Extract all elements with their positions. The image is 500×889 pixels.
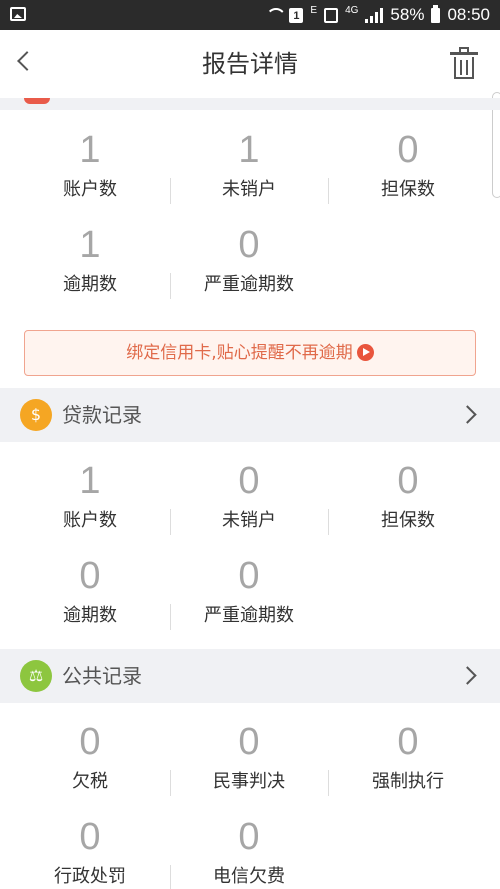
- battery-icon: [431, 4, 441, 23]
- loan-records-header[interactable]: $ 贷款记录: [0, 388, 500, 442]
- page-title: 报告详情: [202, 50, 298, 78]
- stat-guarantees: 0 担保数: [328, 459, 488, 533]
- stat-admin-penalty: 0 行政处罚: [10, 815, 170, 889]
- stat-value: 0: [397, 129, 419, 171]
- signal-icon: [365, 7, 384, 23]
- public-records-header[interactable]: ⚖ 公共记录: [0, 649, 500, 703]
- stat-label: 行政处罚: [54, 866, 126, 887]
- stat-label: 民事判决: [213, 771, 285, 792]
- stat-value: 0: [79, 816, 101, 858]
- stat-value: 0: [238, 460, 260, 502]
- stat-value: 1: [79, 224, 101, 266]
- stat-value: 0: [397, 721, 419, 763]
- stat-label: 强制执行: [372, 771, 444, 792]
- gallery-notification-icon: [10, 7, 26, 21]
- stat-accounts: 1 账户数: [10, 128, 170, 202]
- status-bar: 1 E 4G 58% 08:50: [0, 0, 500, 30]
- stat-value: 0: [79, 555, 101, 597]
- stat-value: 0: [238, 224, 260, 266]
- stat-value: 1: [79, 129, 101, 171]
- header: 报告详情: [0, 30, 500, 98]
- stat-civil-judgment: 0 民事判决: [169, 720, 329, 794]
- stat-value: 0: [238, 816, 260, 858]
- battery-percent: 58%: [390, 5, 425, 24]
- money-bag-icon: $: [20, 399, 52, 431]
- stat-label: 严重逾期数: [204, 274, 294, 295]
- stat-telecom-arrears: 0 电信欠费: [169, 815, 329, 889]
- stat-label: 欠税: [72, 771, 108, 792]
- stat-label: 账户数: [63, 179, 117, 200]
- banner-text: 绑定信用卡,贴心提醒不再逾期: [126, 343, 353, 363]
- stat-enforcement: 0 强制执行: [328, 720, 488, 794]
- stat-overdue: 0 逾期数: [10, 554, 170, 628]
- stat-open: 0 未销户: [169, 459, 329, 533]
- sim-badge: 1: [289, 7, 304, 23]
- stat-value: 1: [79, 460, 101, 502]
- stat-label: 账户数: [63, 510, 117, 531]
- network-type-4g: 4G: [345, 5, 359, 16]
- stat-overdue: 1 逾期数: [10, 223, 170, 297]
- wifi-icon: [266, 8, 282, 22]
- play-icon: [356, 343, 374, 361]
- stat-value: 0: [238, 555, 260, 597]
- sim-signal-icon: [324, 7, 339, 23]
- stat-label: 逾期数: [63, 605, 117, 626]
- status-icons: 1 E 4G 58% 08:50: [266, 0, 490, 30]
- stat-guarantees: 0 担保数: [328, 128, 488, 202]
- section-title: 公共记录: [62, 664, 142, 688]
- stat-label: 担保数: [381, 179, 435, 200]
- stat-severe-overdue: 0 严重逾期数: [169, 223, 329, 297]
- stat-label: 逾期数: [63, 274, 117, 295]
- bind-card-banner[interactable]: 绑定信用卡,贴心提醒不再逾期: [24, 330, 476, 376]
- stat-label: 电信欠费: [213, 866, 285, 887]
- trash-icon[interactable]: [450, 46, 478, 80]
- stat-label: 严重逾期数: [204, 605, 294, 626]
- section-title: 贷款记录: [62, 403, 142, 427]
- stat-open: 1 未销户: [169, 128, 329, 202]
- chevron-right-icon: [458, 666, 477, 685]
- scale-icon: ⚖: [20, 660, 52, 692]
- credit-card-icon: [24, 98, 50, 104]
- stat-label: 未销户: [222, 510, 276, 531]
- credit-card-section-header: [0, 98, 500, 110]
- stat-value: 0: [238, 721, 260, 763]
- stat-unpaid-tax: 0 欠税: [10, 720, 170, 794]
- stat-value: 1: [238, 129, 260, 171]
- stat-severe-overdue: 0 严重逾期数: [169, 554, 329, 628]
- clock: 08:50: [447, 5, 490, 24]
- stat-label: 未销户: [222, 179, 276, 200]
- network-type-e: E: [310, 5, 318, 16]
- stat-accounts: 1 账户数: [10, 459, 170, 533]
- chevron-right-icon: [458, 405, 477, 424]
- stat-label: 担保数: [381, 510, 435, 531]
- stat-value: 0: [397, 460, 419, 502]
- stat-value: 0: [79, 721, 101, 763]
